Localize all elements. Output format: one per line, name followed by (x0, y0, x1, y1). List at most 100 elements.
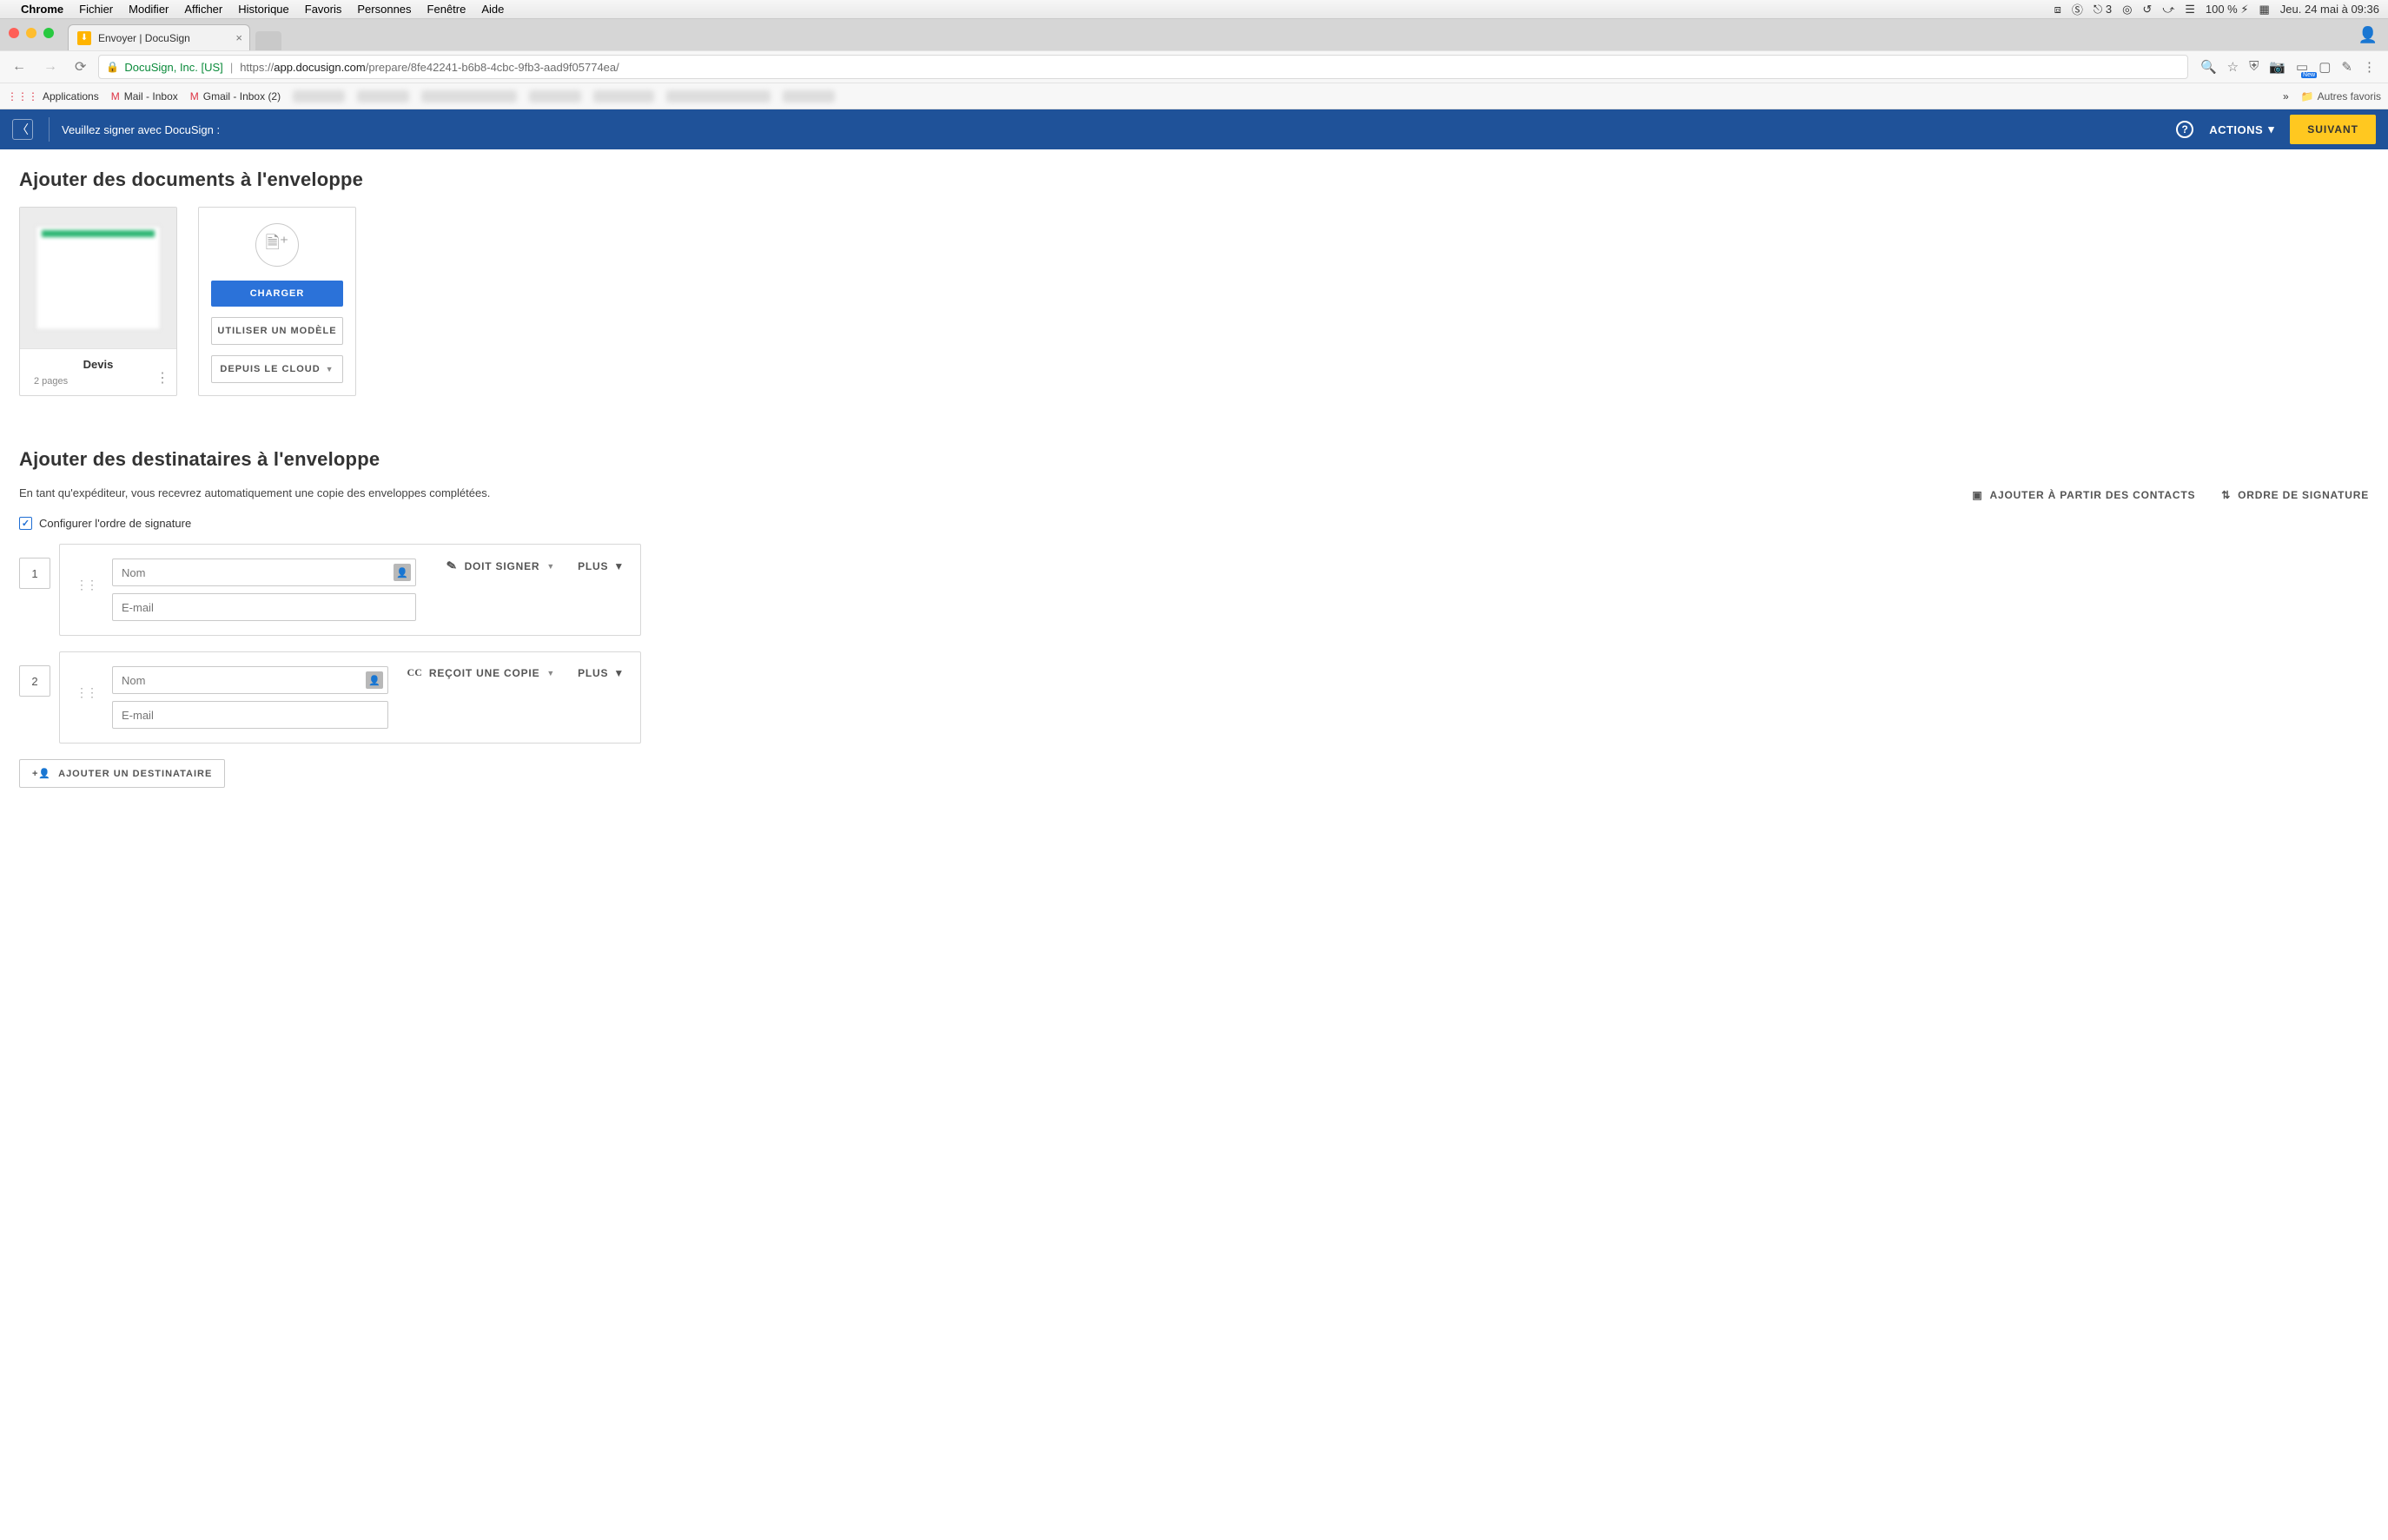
menu-historique[interactable]: Historique (238, 3, 289, 16)
recipient-email-input[interactable] (112, 593, 416, 621)
from-cloud-label: DEPUIS LE CLOUD (220, 364, 320, 374)
browser-tab[interactable]: ⬇ Envoyer | DocuSign × (68, 24, 250, 50)
menu-app[interactable]: Chrome (21, 3, 63, 16)
adobe-count: 3 (2106, 3, 2112, 16)
wifi-icon[interactable]: ☰ (2185, 3, 2195, 17)
menu-personnes[interactable]: Personnes (357, 3, 411, 16)
document-menu-icon[interactable]: ⋮ (155, 369, 168, 387)
role-select[interactable]: ✎ DOIT SIGNER ▼ (447, 558, 555, 573)
cc-icon[interactable]: ◎ (2122, 3, 2132, 17)
menu-favoris[interactable]: Favoris (305, 3, 342, 16)
camera-icon[interactable]: 📷 (2269, 59, 2285, 75)
chrome-menu-icon[interactable]: ⋮ (2363, 59, 2376, 75)
url-host: app.docusign.com (274, 61, 366, 74)
nav-reload[interactable]: ⟳ (69, 55, 91, 79)
bluetooth-icon[interactable]: ⤻ (2162, 3, 2174, 17)
more-dropdown[interactable]: PLUS▼ (578, 667, 625, 679)
document-name: Devis (83, 358, 114, 371)
new-tab-button[interactable] (255, 31, 281, 50)
signing-order-button[interactable]: ⇅ ORDRE DE SIGNATURE (2221, 489, 2369, 501)
upload-button[interactable]: CHARGER (211, 281, 343, 307)
add-from-contacts-button[interactable]: ▣AJOUTER À PARTIR DES CONTACTS (1972, 489, 2195, 501)
window-minimize[interactable] (26, 28, 36, 38)
translate-icon[interactable]: ▭ (2296, 59, 2308, 75)
bookmark-blur-6[interactable] (666, 90, 771, 102)
bookmark-blur-2[interactable] (357, 90, 409, 102)
more-label: PLUS (578, 560, 608, 572)
recipient-name-input[interactable] (112, 558, 416, 586)
date-icon[interactable]: ▦ (2259, 3, 2270, 17)
recipients-section: Ajouter des destinataires à l'enveloppe … (19, 448, 2369, 788)
skype-icon[interactable]: Ⓢ (2072, 1, 2083, 17)
evernote-icon[interactable]: ✎ (2341, 59, 2352, 75)
menu-aide[interactable]: Aide (481, 3, 504, 16)
window-close[interactable] (9, 28, 19, 38)
bookmark-overflow[interactable]: » (2283, 90, 2289, 102)
drag-handle-icon[interactable]: ⋮⋮ (76, 685, 96, 700)
bookmark-blur-7[interactable] (783, 90, 835, 102)
bookmark-blur-3[interactable] (421, 90, 517, 102)
menu-modifier[interactable]: Modifier (129, 3, 169, 16)
chrome-toolbar: ← → ⟳ 🔒 DocuSign, Inc. [US] | https://ap… (0, 50, 2388, 83)
pick-contact-icon[interactable]: 👤 (366, 671, 383, 689)
use-template-button[interactable]: UTILISER UN MODÈLE (211, 317, 343, 345)
menu-afficher[interactable]: Afficher (184, 3, 222, 16)
dropbox-icon[interactable]: ⧈ (2054, 3, 2061, 17)
bookmark-mail[interactable]: MMail - Inbox (111, 90, 178, 102)
cc-icon: CC (407, 666, 422, 679)
actions-dropdown[interactable]: ACTIONS▾ (2209, 122, 2274, 136)
header-divider (49, 117, 50, 142)
zoom-icon[interactable]: 🔍 (2200, 59, 2217, 75)
bookmark-blur-4[interactable] (529, 90, 581, 102)
configure-order-checkbox[interactable]: ✓ (19, 517, 32, 530)
bookmark-gmail[interactable]: MGmail - Inbox (2) (190, 90, 281, 102)
nav-forward: → (38, 56, 63, 78)
apps-shortcut[interactable]: ⋮⋮⋮Applications (7, 90, 99, 102)
adobe-icon[interactable]: ⎋ 3 (2094, 3, 2112, 17)
recipient-name-input[interactable] (112, 666, 388, 694)
docs-row: Devis 2 pages ⋮ 🗎⁺ CHARGER UTILISER UN M… (19, 207, 2369, 396)
more-label: PLUS (578, 667, 608, 679)
help-icon[interactable]: ? (2176, 121, 2193, 138)
signing-order-label: ORDRE DE SIGNATURE (2238, 489, 2369, 501)
lock-icon: 🔒 (106, 61, 119, 73)
tab-favicon: ⬇ (77, 31, 91, 45)
address-bar[interactable]: 🔒 DocuSign, Inc. [US] | https://app.docu… (98, 55, 2188, 79)
drag-handle-icon[interactable]: ⋮⋮ (76, 578, 96, 592)
recipients-section-title: Ajouter des destinataires à l'enveloppe (19, 448, 2369, 471)
add-document-card: 🗎⁺ CHARGER UTILISER UN MODÈLE DEPUIS LE … (198, 207, 356, 396)
add-recipient-label: AJOUTER UN DESTINATAIRE (58, 769, 212, 779)
bookmark-blur-1[interactable] (293, 90, 345, 102)
add-recipient-button[interactable]: +👤 AJOUTER UN DESTINATAIRE (19, 759, 225, 788)
window-controls (9, 28, 54, 38)
timemachine-icon[interactable]: ↺ (2142, 3, 2152, 17)
document-card[interactable]: Devis 2 pages ⋮ (19, 207, 177, 396)
configure-order-row: ✓ Configurer l'ordre de signature (19, 517, 2369, 530)
star-icon[interactable]: ☆ (2227, 59, 2239, 75)
clock-text: Jeu. 24 mai à 09:36 (2280, 3, 2379, 16)
tab-close-icon[interactable]: × (235, 31, 242, 44)
apps-icon: ⋮⋮⋮ (7, 90, 38, 102)
menu-fichier[interactable]: Fichier (79, 3, 113, 16)
order-icon: ⇅ (2221, 489, 2231, 501)
more-dropdown[interactable]: PLUS▼ (578, 560, 625, 572)
nav-back[interactable]: ← (7, 56, 31, 78)
order-number-input[interactable]: 1 (19, 558, 50, 589)
back-button[interactable]: 〈 (12, 119, 33, 140)
from-cloud-button[interactable]: DEPUIS LE CLOUD▼ (211, 355, 343, 383)
shield-icon[interactable]: ⛨ (2249, 59, 2259, 75)
next-button[interactable]: SUIVANT (2290, 115, 2376, 144)
other-bookmarks[interactable]: 📁Autres favoris (2301, 90, 2381, 102)
window-zoom[interactable] (43, 28, 54, 38)
recipient-email-input[interactable] (112, 701, 388, 729)
role-select[interactable]: CC REÇOIT UNE COPIE ▼ (407, 666, 556, 679)
url-scheme: https:// (240, 61, 274, 74)
profile-icon[interactable]: 👤 (2358, 26, 2378, 44)
bookmark-blur-5[interactable] (593, 90, 654, 102)
header-title: Veuillez signer avec DocuSign : (62, 123, 220, 136)
pick-contact-icon[interactable]: 👤 (394, 564, 411, 581)
order-number-input[interactable]: 2 (19, 665, 50, 697)
menu-fenetre[interactable]: Fenêtre (427, 3, 466, 16)
configure-order-label: Configurer l'ordre de signature (39, 517, 191, 530)
extension-icon[interactable]: ▢ (2319, 59, 2331, 75)
